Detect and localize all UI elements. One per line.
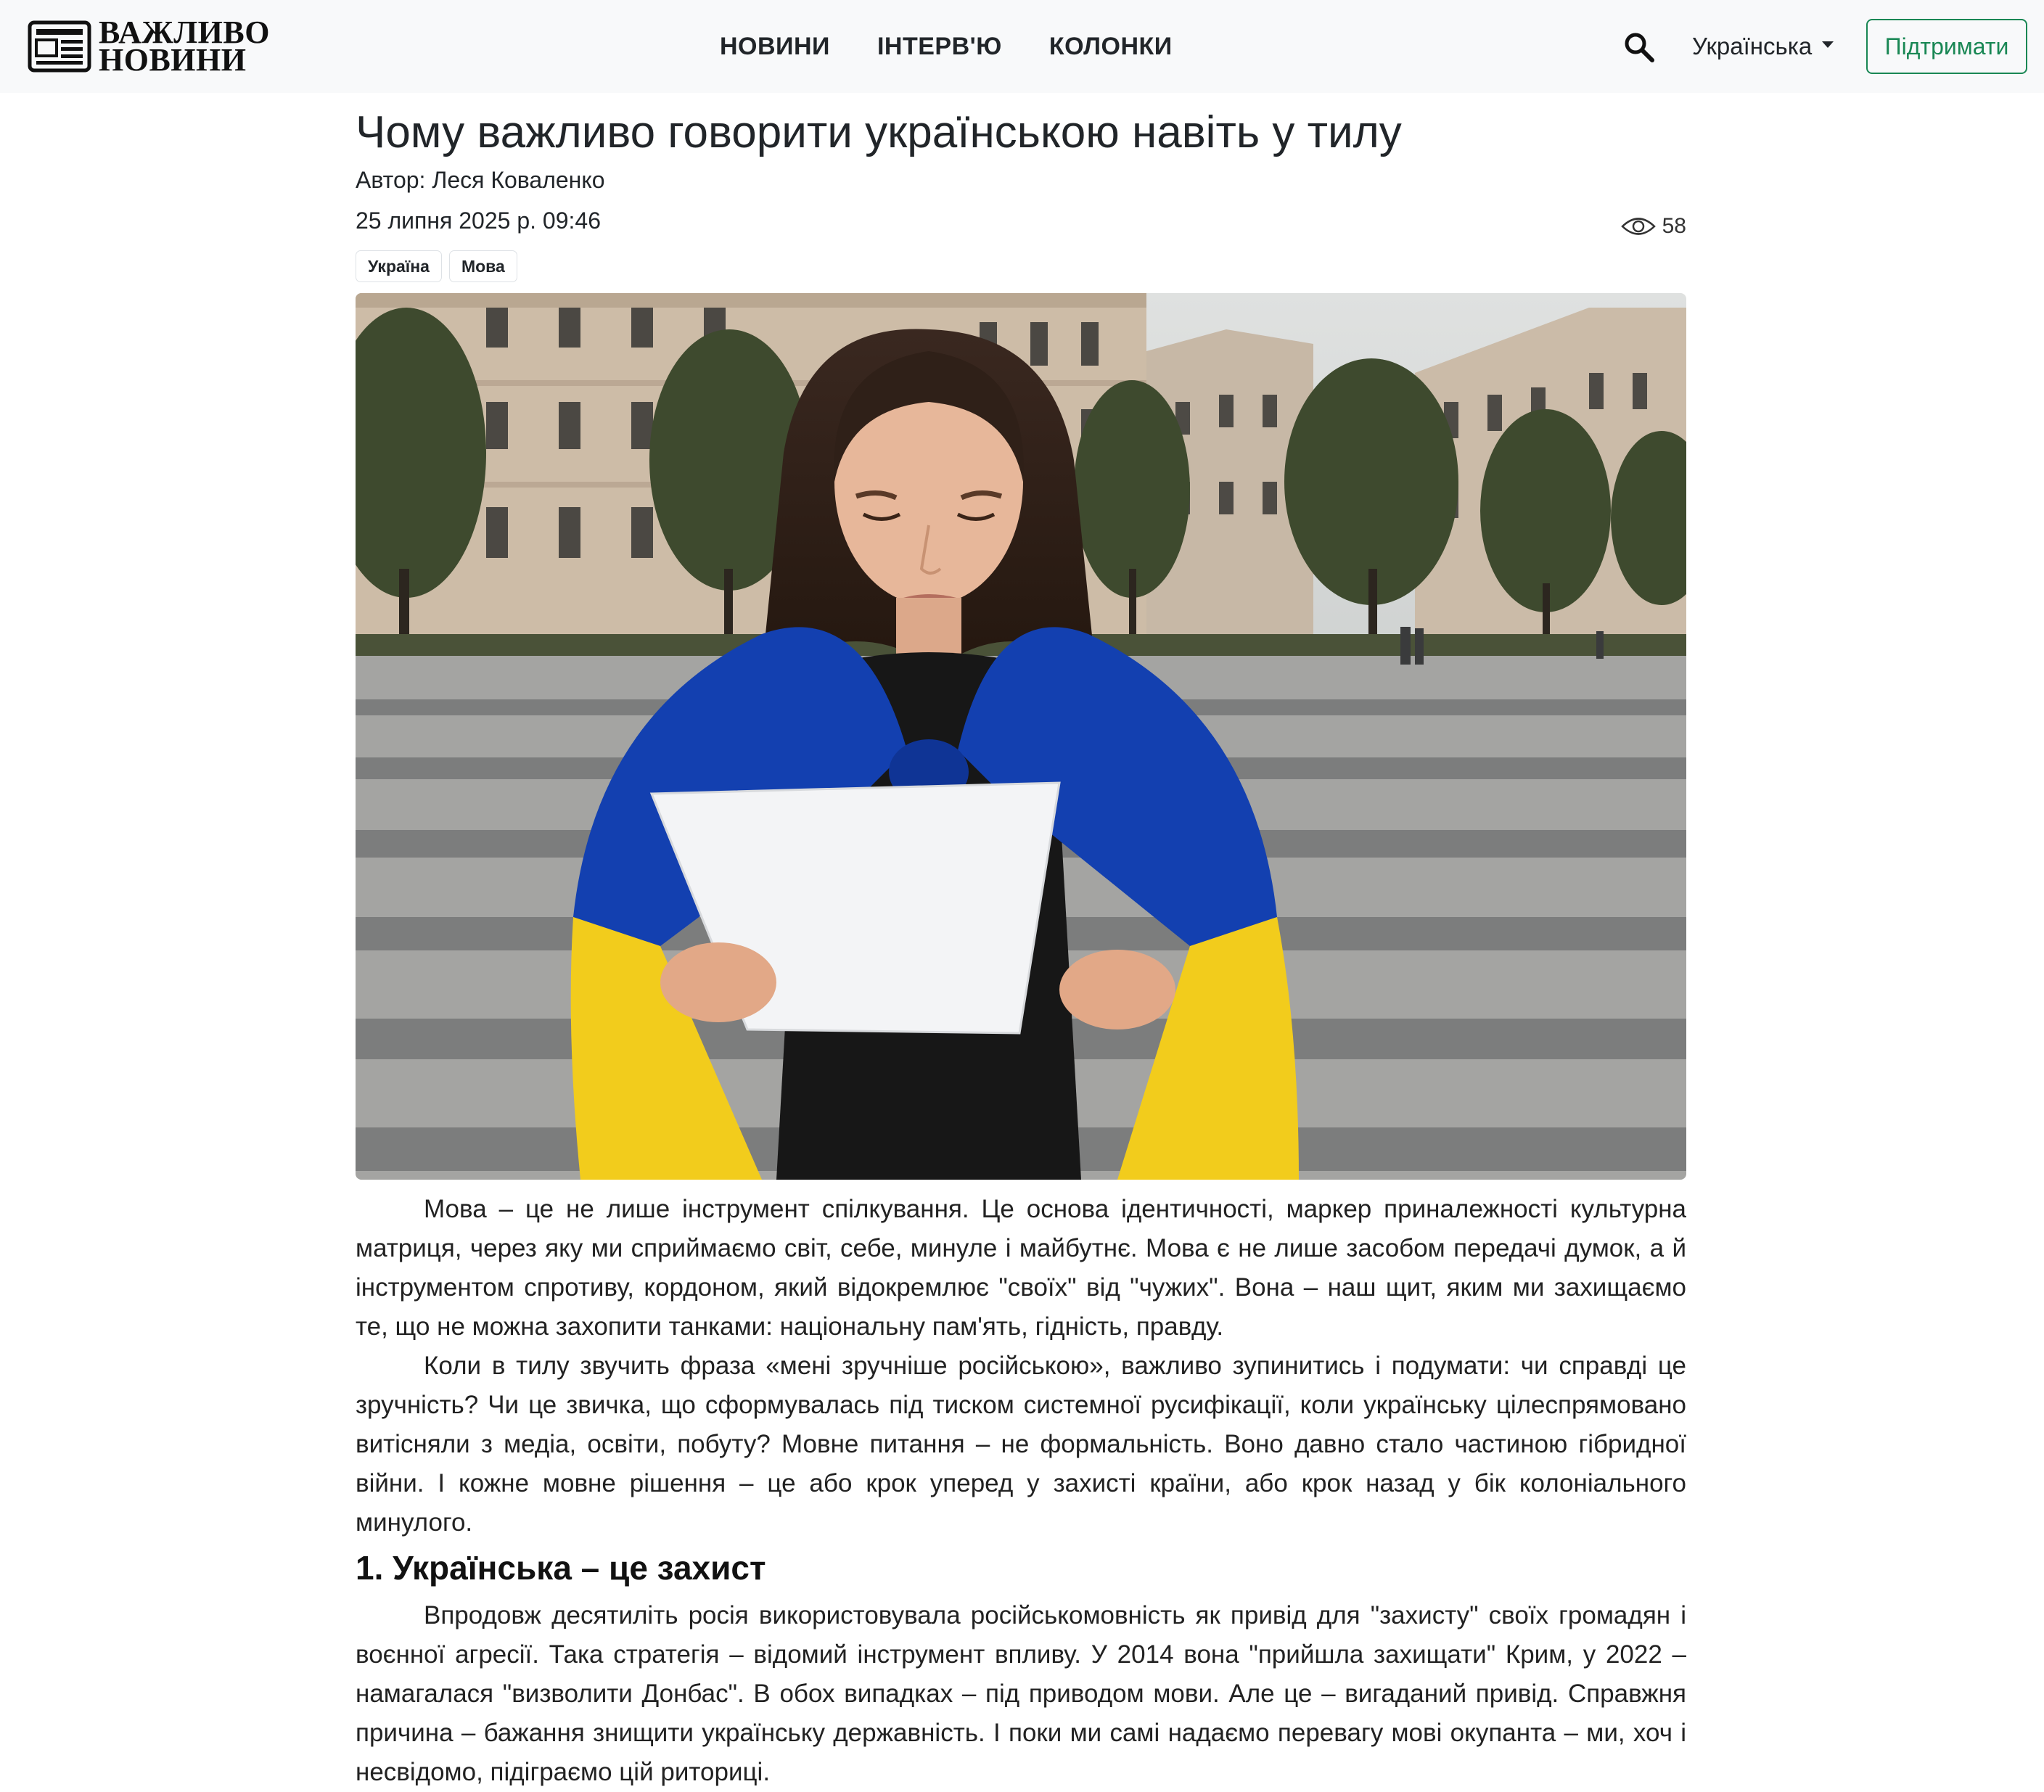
nav-item-news[interactable]: НОВИНИ [720, 33, 830, 61]
tag-ukraine[interactable]: Україна [356, 250, 442, 282]
view-count: 58 [1662, 214, 1686, 238]
article-author: Автор: Леся Коваленко [356, 167, 605, 193]
site-logo[interactable]: ВАЖЛИВО НОВИНИ [28, 17, 270, 78]
support-button[interactable]: Підтримати [1866, 19, 2027, 74]
caret-down-icon [1822, 41, 1834, 48]
hero-image [356, 293, 1686, 1180]
article-body: Мова – це не лише інструмент спілкування… [356, 1190, 1686, 1792]
top-navbar: ВАЖЛИВО НОВИНИ НОВИНИ ІНТЕРВ'Ю КОЛОНКИ У… [0, 0, 2044, 93]
tag-list: Україна Мова [356, 250, 525, 282]
section-heading: 1. Українська – це захист [356, 1549, 766, 1587]
nav-item-columns[interactable]: КОЛОНКИ [1049, 33, 1173, 61]
logo-line-2: НОВИНИ [99, 42, 247, 78]
tag-language[interactable]: Мова [448, 250, 517, 282]
article-paragraph: Впродовж десятиліть росія використовувал… [356, 1601, 1686, 1786]
search-button[interactable] [1621, 29, 1657, 65]
eye-icon [1620, 218, 1656, 235]
hero-illustration [356, 293, 1686, 1180]
newspaper-icon [28, 20, 91, 73]
article-title: Чому важливо говорити українською навіть… [356, 107, 1402, 157]
article-paragraph: Мова – це не лише інструмент спілкування… [356, 1195, 1686, 1341]
article-paragraph: Коли в тилу звучить фраза «мені зручніше… [356, 1352, 1686, 1537]
search-icon [1625, 33, 1654, 62]
main-nav: НОВИНИ ІНТЕРВ'Ю КОЛОНКИ [720, 0, 1220, 93]
article-date: 25 липня 2025 р. 09:46 [356, 207, 601, 234]
logo-text: ВАЖЛИВО НОВИНИ [99, 17, 270, 78]
nav-item-interviews[interactable]: ІНТЕРВ'Ю [877, 33, 1002, 61]
language-dropdown[interactable]: Українська [1692, 28, 1834, 65]
view-counter: 58 [1620, 212, 1686, 241]
language-label: Українська [1692, 33, 1813, 59]
